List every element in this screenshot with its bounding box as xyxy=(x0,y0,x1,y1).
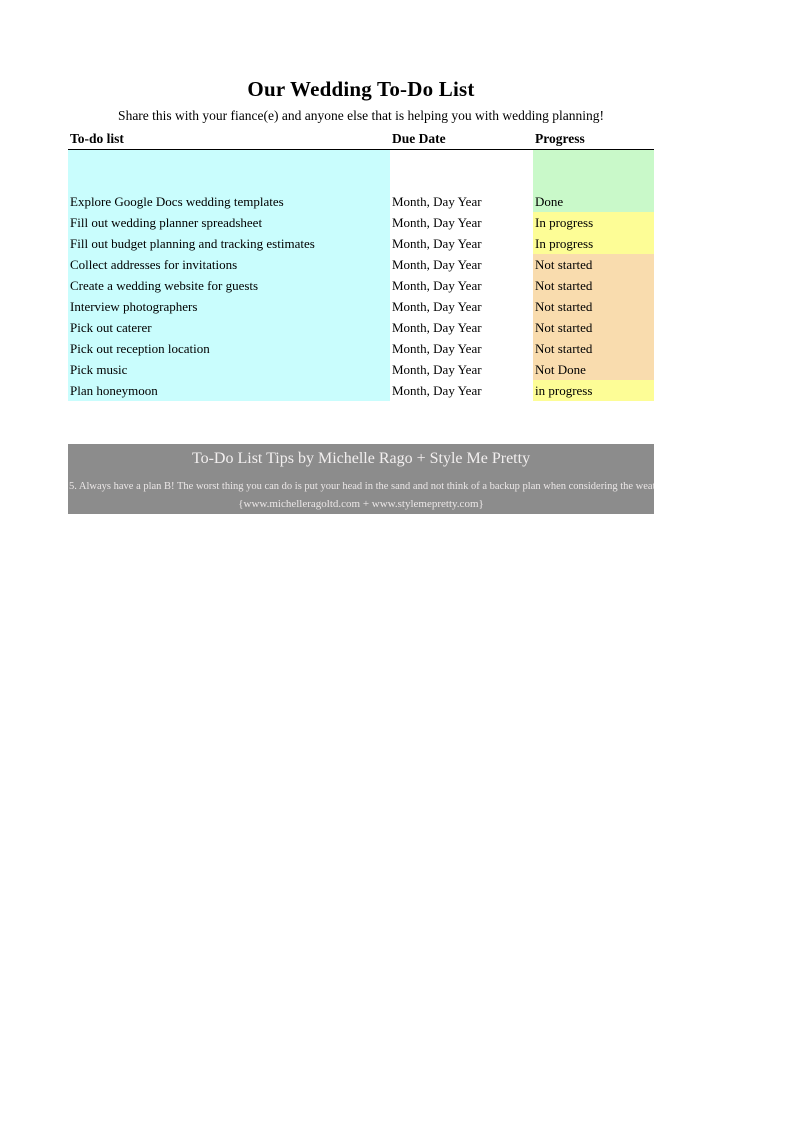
cell-due-date[interactable]: Month, Day Year xyxy=(390,233,533,254)
tips-links-text: {www.michelleragoltd.com + www.stylemepr… xyxy=(238,498,484,510)
cell-progress[interactable]: Not started xyxy=(533,275,654,296)
cell-progress[interactable]: in progress xyxy=(533,380,654,401)
table-row: Interview photographers Month, Day Year No… xyxy=(68,296,654,317)
cell-progress[interactable]: Not started xyxy=(533,338,654,359)
column-header-task: To-do list xyxy=(68,128,390,150)
table-spacer-row xyxy=(68,149,654,191)
cell-due-date[interactable]: Month, Day Year xyxy=(390,275,533,296)
table-header: To-do list Due Date Progress xyxy=(68,128,654,150)
cell-due-date[interactable]: Month, Day Year xyxy=(390,254,533,275)
cell-task[interactable]: Interview photographers xyxy=(68,296,390,317)
tips-banner: To-Do List Tips by Michelle Rago + Style… xyxy=(68,444,654,514)
cell-progress[interactable]: Done xyxy=(533,191,654,212)
table-row: Pick music Month, Day Year Not Done xyxy=(68,359,654,380)
cell-due-date[interactable]: Month, Day Year xyxy=(390,380,533,401)
cell-due-date[interactable]: Month, Day Year xyxy=(390,212,533,233)
cell-progress[interactable]: Not started xyxy=(533,254,654,275)
cell-task[interactable]: Create a wedding website for guests xyxy=(68,275,390,296)
page-title: Our Wedding To-Do List xyxy=(247,77,475,101)
page-subtitle: Share this with your fiance(e) and anyon… xyxy=(118,108,604,123)
table-row: Explore Google Docs wedding templates Mon… xyxy=(68,191,654,212)
cell-task[interactable]: Plan honeymoon xyxy=(68,380,390,401)
cell-progress[interactable] xyxy=(533,149,654,191)
table-row: Create a wedding website for guests Month… xyxy=(68,275,654,296)
cell-task[interactable]: Pick out reception location xyxy=(68,338,390,359)
table-body: Explore Google Docs wedding templates Mon… xyxy=(68,149,654,401)
cell-task[interactable]: Collect addresses for invitations xyxy=(68,254,390,275)
cell-task[interactable] xyxy=(68,149,390,191)
cell-due-date[interactable]: Month, Day Year xyxy=(390,338,533,359)
cell-task[interactable]: Fill out budget planning and tracking es… xyxy=(68,233,390,254)
cell-due-date[interactable]: Month, Day Year xyxy=(390,359,533,380)
column-header-due-date: Due Date xyxy=(390,128,533,150)
table-header-row: To-do list Due Date Progress xyxy=(68,128,654,150)
table-row: Pick out reception location Month, Day Ye… xyxy=(68,338,654,359)
table-row: Fill out wedding planner spreadsheet Mont… xyxy=(68,212,654,233)
cell-progress[interactable]: In progress xyxy=(533,233,654,254)
cell-progress[interactable]: Not started xyxy=(533,296,654,317)
cell-task[interactable]: Explore Google Docs wedding templates xyxy=(68,191,390,212)
todo-table: To-do list Due Date Progress Explore Goo… xyxy=(68,128,654,401)
cell-due-date[interactable]: Month, Day Year xyxy=(390,296,533,317)
tips-heading: To-Do List Tips by Michelle Rago + Style… xyxy=(191,450,531,467)
wedding-todo-document: { "document": { "title": "Our Wedding To… xyxy=(0,0,795,1124)
cell-progress[interactable]: Not started xyxy=(533,317,654,338)
cell-due-date[interactable]: Month, Day Year xyxy=(390,191,533,212)
column-header-progress: Progress xyxy=(533,128,654,150)
todo-table-container: To-do list Due Date Progress Explore Goo… xyxy=(68,128,654,401)
page-subtitle-container: Share this with your fiance(e) and anyon… xyxy=(68,106,654,126)
cell-task[interactable]: Fill out wedding planner spreadsheet xyxy=(68,212,390,233)
table-row: Pick out caterer Month, Day Year Not start… xyxy=(68,317,654,338)
cell-progress[interactable]: Not Done xyxy=(533,359,654,380)
cell-due-date[interactable] xyxy=(390,149,533,191)
table-row: Plan honeymoon Month, Day Year in progress xyxy=(68,380,654,401)
cell-progress[interactable]: In progress xyxy=(533,212,654,233)
table-row: Collect addresses for invitations Month, … xyxy=(68,254,654,275)
cell-task[interactable]: Pick music xyxy=(68,359,390,380)
cell-task[interactable]: Pick out caterer xyxy=(68,317,390,338)
table-row: Fill out budget planning and tracking es… xyxy=(68,233,654,254)
cell-due-date[interactable]: Month, Day Year xyxy=(390,317,533,338)
tips-body-text: 5. Always have a plan B! The worst thing… xyxy=(69,481,654,492)
